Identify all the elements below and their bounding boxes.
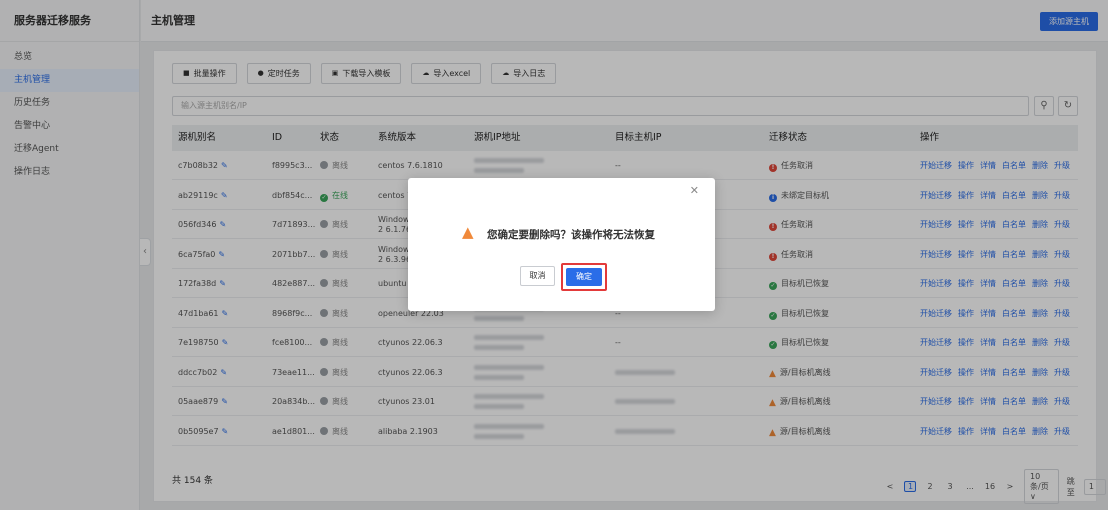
confirm-highlight: 确定 — [561, 263, 607, 291]
warning-icon: ▲ — [462, 223, 474, 241]
close-icon[interactable]: ✕ — [690, 184, 699, 197]
dialog-message: 您确定要删除吗？该操作将无法恢复 — [487, 229, 655, 241]
delete-confirm-dialog: ✕ ▲ 您确定要删除吗？该操作将无法恢复 取消 确定 — [408, 178, 715, 311]
cancel-button[interactable]: 取消 — [520, 266, 555, 286]
confirm-button[interactable]: 确定 — [566, 268, 602, 286]
